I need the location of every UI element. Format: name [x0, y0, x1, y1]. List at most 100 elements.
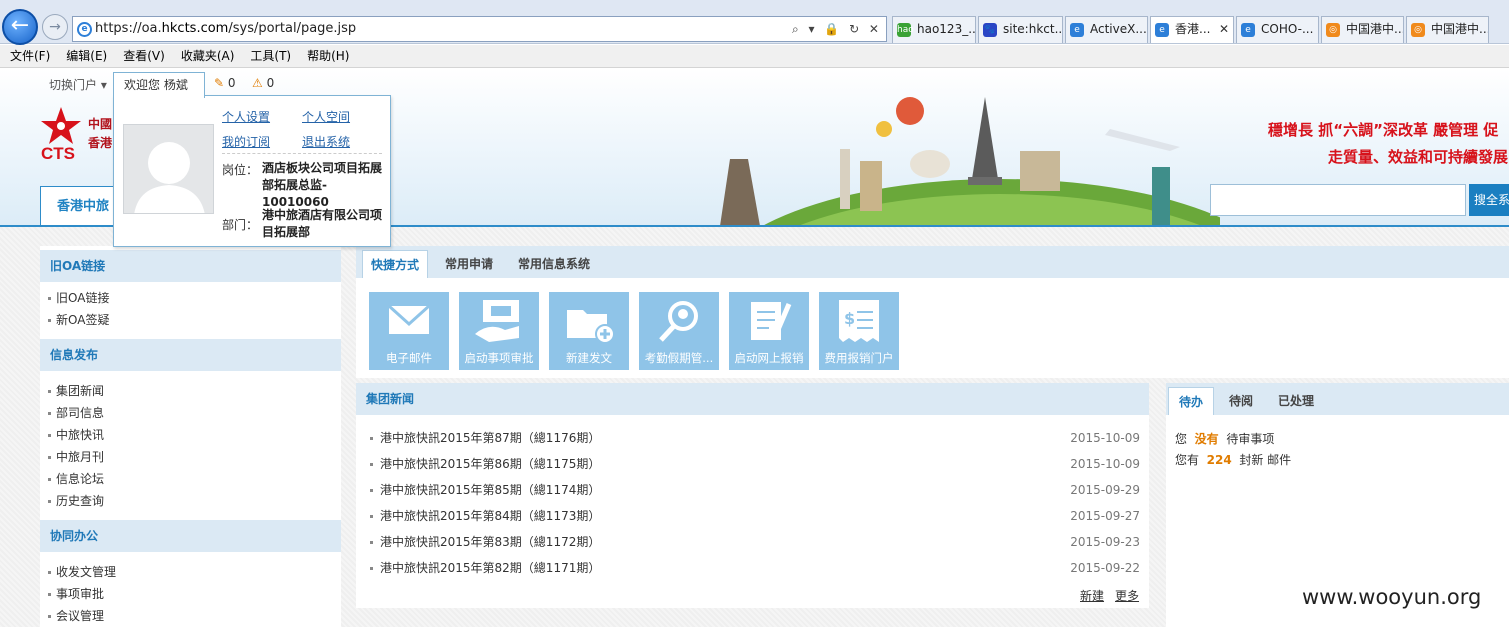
close-tab-icon[interactable]: ✕	[1219, 17, 1229, 42]
tab-shortcuts[interactable]: 快捷方式	[362, 250, 429, 278]
menu-item[interactable]: 帮助(H)	[299, 45, 357, 68]
group-news-panel: 集团新闻 港中旅快訊2015年第87期（總1176期） 2015-10-09 港中旅…	[356, 383, 1149, 608]
menu-bar: 文件(F) 编辑(E) 查看(V) 收藏夹(A) 工具(T) 帮助(H)	[0, 45, 1509, 68]
sidebar-item-cts-monthly[interactable]: 中旅月刊	[48, 446, 104, 468]
logo-line2: 香港	[88, 136, 113, 150]
shortcut-attendance[interactable]: 考勤假期管...	[639, 292, 719, 370]
logo-cts-text: CTS	[41, 144, 75, 161]
personal-settings-link[interactable]: 个人设置	[222, 108, 270, 125]
browser-tab[interactable]: e COHO-...	[1236, 16, 1319, 43]
edit-icon: ✎	[214, 76, 225, 90]
department-value: 港中旅酒店有限公司项 目拓展部	[262, 207, 382, 241]
news-title[interactable]: 港中旅快訊2015年第87期（總1176期）	[370, 427, 600, 449]
warning-count[interactable]: ⚠ 0	[252, 76, 274, 90]
menu-item[interactable]: 收藏夹(A)	[173, 45, 243, 68]
news-more-link[interactable]: 更多	[1115, 587, 1139, 604]
news-row[interactable]: 港中旅快訊2015年第84期（總1173期） 2015-09-27	[370, 505, 1140, 527]
menu-item[interactable]: 查看(V)	[115, 45, 173, 68]
department-value-line2: 目拓展部	[262, 225, 311, 239]
menu-item[interactable]: 工具(T)	[242, 45, 299, 68]
browser-tab[interactable]: e 香港... ✕	[1150, 16, 1234, 43]
news-row[interactable]: 港中旅快訊2015年第85期（總1174期） 2015-09-29	[370, 479, 1140, 501]
tab-common-applications[interactable]: 常用申请	[445, 250, 493, 278]
personal-space-link[interactable]: 个人空间	[302, 108, 350, 125]
news-new-link[interactable]: 新建	[1080, 587, 1104, 604]
switch-portal-menu[interactable]: 切换门户 ▾	[49, 76, 107, 93]
browser-tab-label: 中国港中...	[1431, 22, 1489, 36]
news-row[interactable]: 港中旅快訊2015年第83期（總1172期） 2015-09-23	[370, 531, 1140, 553]
tab-todo[interactable]: 待办	[1168, 387, 1215, 415]
news-row[interactable]: 港中旅快訊2015年第86期（總1175期） 2015-10-09	[370, 453, 1140, 475]
shortcut-expense-portal-label: 费用报销门户	[824, 351, 894, 365]
browser-tab[interactable]: e ActiveX...	[1065, 16, 1148, 43]
warning-icon: ⚠	[252, 76, 263, 90]
new-folder-icon	[567, 310, 615, 344]
new-mail-count[interactable]: 224	[1207, 453, 1232, 467]
menu-item[interactable]: 编辑(E)	[58, 45, 115, 68]
shortcut-attendance-label: 考勤假期管...	[644, 351, 714, 365]
logout-link[interactable]: 退出系统	[302, 133, 350, 150]
sidebar-item-documents[interactable]: 收发文管理	[48, 561, 116, 583]
sidebar-item-approvals[interactable]: 事项审批	[48, 583, 104, 605]
welcome-user-tab[interactable]: 欢迎您 杨斌	[113, 72, 205, 98]
sidebar-item-history[interactable]: 历史查询	[48, 490, 104, 512]
watermark: www.wooyun.org	[1302, 585, 1482, 609]
shortcut-email[interactable]: 电子邮件	[369, 292, 449, 370]
sidebar-section-info[interactable]: 信息发布	[40, 339, 341, 371]
search-all-button[interactable]: 搜全系	[1469, 184, 1509, 216]
shortcut-online-reimburse[interactable]: 启动网上报销	[729, 292, 809, 370]
address-tools-icons[interactable]: ⌕ ▾ 🔒 ↻ ✕	[792, 17, 882, 41]
department-value-line1: 港中旅酒店有限公司项	[262, 208, 383, 222]
browser-tab[interactable]: ◎ 中国港中...	[1321, 16, 1404, 43]
tab-favicon-icon: e	[1155, 23, 1169, 37]
news-row[interactable]: 港中旅快訊2015年第87期（總1176期） 2015-10-09	[370, 427, 1140, 449]
browser-tab[interactable]: 🐾 site:hkct...	[978, 16, 1063, 43]
tab-to-read[interactable]: 待阅	[1229, 387, 1253, 415]
sidebar-item-group-news[interactable]: 集团新闻	[48, 380, 104, 402]
back-button[interactable]: ←	[2, 9, 38, 45]
shortcut-expense-portal[interactable]: $ 费用报销门户	[819, 292, 899, 370]
news-title[interactable]: 港中旅快訊2015年第84期（總1173期）	[370, 505, 600, 527]
news-title[interactable]: 港中旅快訊2015年第82期（總1171期）	[370, 557, 600, 579]
sidebar: 旧OA链接 旧OA链接 新OA签疑 信息发布 集团新闻 部司信息 中旅快讯 中旅…	[40, 246, 341, 627]
news-title[interactable]: 港中旅快訊2015年第85期（總1174期）	[370, 479, 600, 501]
search-input[interactable]	[1210, 184, 1466, 216]
tab-processed[interactable]: 已处理	[1278, 387, 1314, 415]
sidebar-item-old-oa-link[interactable]: 旧OA链接	[48, 287, 109, 309]
popup-divider	[222, 153, 382, 154]
forward-button[interactable]: →	[42, 14, 68, 40]
sidebar-item-dept-info[interactable]: 部司信息	[48, 402, 104, 424]
tab-common-systems[interactable]: 常用信息系统	[518, 250, 590, 278]
sidebar-section-collab[interactable]: 协同办公	[40, 520, 341, 552]
group-news-title: 集团新闻	[356, 383, 1149, 415]
url-path: /sys/portal/page.jsp	[228, 21, 357, 36]
sidebar-item-cts-flash[interactable]: 中旅快讯	[48, 424, 104, 446]
position-value-line1: 酒店板块公司项目拓展	[262, 161, 383, 175]
menu-item[interactable]: 文件(F)	[0, 45, 58, 68]
shortcut-start-approval[interactable]: 启动事项审批	[459, 292, 539, 370]
pending-count[interactable]: 没有	[1195, 432, 1219, 446]
edit-count[interactable]: ✎ 0	[214, 76, 236, 90]
news-row[interactable]: 港中旅快訊2015年第82期（總1171期） 2015-09-22	[370, 557, 1140, 579]
address-bar[interactable]: e https://oa.hkcts.com/sys/portal/page.j…	[72, 16, 887, 42]
shortcut-new-document-label: 新建发文	[566, 351, 612, 365]
news-title[interactable]: 港中旅快訊2015年第86期（總1175期）	[370, 453, 600, 475]
landmarks-banner-image	[720, 97, 1220, 226]
shortcut-new-document[interactable]: 新建发文	[549, 292, 629, 370]
sidebar-item-meetings[interactable]: 会议管理	[48, 605, 104, 627]
news-date: 2015-10-09	[1070, 457, 1140, 471]
shortcuts-tabs: 快捷方式 常用申请 常用信息系统	[356, 246, 1509, 278]
shortcuts-panel: 快捷方式 常用申请 常用信息系统 电子邮件 启动事项审批 新建发文 考勤假期管.…	[356, 246, 1509, 378]
browser-tab[interactable]: ◎ 中国港中...	[1406, 16, 1489, 43]
my-subscriptions-link[interactable]: 我的订阅	[222, 133, 270, 150]
news-title[interactable]: 港中旅快訊2015年第83期（總1172期）	[370, 531, 600, 553]
sidebar-item-forum[interactable]: 信息论坛	[48, 468, 104, 490]
envelope-icon	[387, 304, 431, 334]
sidebar-section-old-oa[interactable]: 旧OA链接	[40, 250, 341, 282]
sidebar-item-new-oa[interactable]: 新OA签疑	[48, 309, 109, 331]
warning-count-value: 0	[266, 76, 275, 90]
shortcut-online-reimburse-label: 启动网上报销	[734, 351, 804, 365]
browser-tab[interactable]: hao hao123_...	[892, 16, 976, 43]
user-popup: 个人设置 个人空间 我的订阅 退出系统 岗位： 酒店板块公司项目拓展 部拓展总监…	[113, 95, 391, 247]
position-label: 岗位：	[222, 163, 259, 177]
